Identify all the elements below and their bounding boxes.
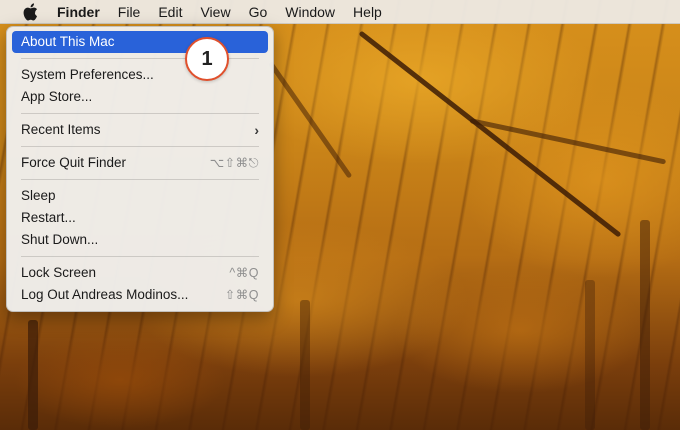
- menubar-item-help[interactable]: Help: [344, 0, 391, 24]
- apple-menu-dropdown: About This Mac System Preferences... App…: [6, 26, 274, 312]
- menu-item-shortcut: ⇧⌘Q: [224, 288, 259, 302]
- apple-logo-icon[interactable]: [20, 2, 40, 22]
- menu-item-label: Lock Screen: [21, 265, 97, 280]
- menu-item-label: App Store...: [21, 89, 93, 104]
- menu-item-system-preferences[interactable]: System Preferences...: [12, 64, 268, 86]
- menubar-item-edit[interactable]: Edit: [149, 0, 191, 24]
- menu-separator: [21, 146, 259, 147]
- menu-separator: [21, 113, 259, 114]
- menubar-item-go[interactable]: Go: [240, 0, 277, 24]
- menubar-item-finder[interactable]: Finder: [50, 0, 109, 24]
- menu-item-log-out[interactable]: Log Out Andreas Modinos... ⇧⌘Q: [12, 284, 268, 306]
- menu-item-recent-items[interactable]: Recent Items ›: [12, 119, 268, 141]
- menu-item-restart[interactable]: Restart...: [12, 207, 268, 229]
- menu-item-label: About This Mac: [21, 34, 115, 49]
- menu-item-sleep[interactable]: Sleep: [12, 185, 268, 207]
- menu-item-shut-down[interactable]: Shut Down...: [12, 229, 268, 251]
- menu-bar: Finder File Edit View Go Window Help: [0, 0, 680, 24]
- step-number-badge: 1: [185, 37, 229, 81]
- menu-item-label: Force Quit Finder: [21, 155, 127, 170]
- menu-item-lock-screen[interactable]: Lock Screen ^⌘Q: [12, 262, 268, 284]
- menu-item-label: Recent Items: [21, 122, 101, 137]
- menu-item-label: System Preferences...: [21, 67, 154, 82]
- menu-item-shortcut: ⌥⇧⌘⎋: [209, 156, 259, 170]
- menubar-item-window[interactable]: Window: [276, 0, 344, 24]
- chevron-right-icon: ›: [254, 122, 259, 138]
- menubar-item-view[interactable]: View: [191, 0, 239, 24]
- menu-item-label: Restart...: [21, 210, 76, 225]
- menubar-item-file[interactable]: File: [109, 0, 150, 24]
- menu-item-label: Shut Down...: [21, 232, 99, 247]
- menu-item-force-quit[interactable]: Force Quit Finder ⌥⇧⌘⎋: [12, 152, 268, 174]
- menu-item-about-this-mac[interactable]: About This Mac: [12, 31, 268, 53]
- menu-item-label: Sleep: [21, 188, 56, 203]
- menu-item-shortcut: ^⌘Q: [229, 266, 259, 280]
- menu-item-label: Log Out Andreas Modinos...: [21, 287, 189, 302]
- menu-separator: [21, 179, 259, 180]
- menu-separator: [21, 256, 259, 257]
- menu-item-app-store[interactable]: App Store...: [12, 86, 268, 108]
